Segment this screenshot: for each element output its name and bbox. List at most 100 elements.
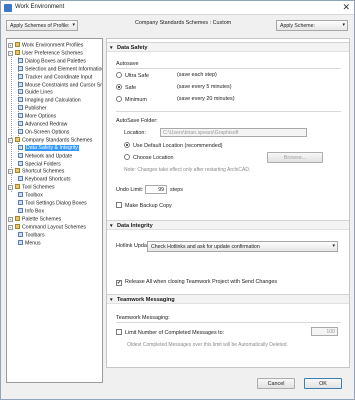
limit-messages-input[interactable]: 100 (311, 327, 338, 336)
page-icon (18, 73, 23, 79)
page-icon (18, 121, 23, 126)
tree-item[interactable]: Tracker and Coordinate Input (18, 73, 92, 81)
section-title: Data Integrity (117, 223, 153, 229)
page-icon (18, 89, 23, 95)
tree-item[interactable]: More Options (18, 113, 56, 120)
page-icon (18, 207, 23, 213)
expander-icon[interactable]: − (8, 224, 13, 230)
hotlink-update-dropdown[interactable]: Check Hotlinks and ask for update confir… (147, 241, 338, 252)
apply-scheme-dropdown[interactable]: Apply Scheme: ▾ (276, 20, 348, 31)
tree-item[interactable]: Tool Settings Dialog Boxes (18, 200, 87, 207)
tree-item[interactable]: On-Screen Options (18, 128, 69, 136)
release-all-checkbox[interactable]: ✔ Release All when closing Teamwork Proje… (116, 279, 277, 286)
section-title: Data Safety (117, 45, 148, 51)
ok-button[interactable]: OK (304, 378, 342, 389)
tree-item[interactable]: Network and Update (18, 152, 73, 160)
folder-icon (15, 42, 20, 47)
tree-item[interactable]: + Work Environment Profiles (8, 42, 83, 49)
tree-item-label: Network and Update (25, 153, 73, 159)
settings-panel: ▾ Data Safety Autosave Ultra Safe (save … (106, 38, 350, 368)
tree-item[interactable]: Keyboard Shortcuts (18, 176, 71, 183)
title-bar: Work Environment ✕ (1, 1, 354, 15)
tree-item[interactable]: − User Preference Schemes (8, 49, 83, 57)
tree-item[interactable]: Dialog Boxes and Palettes (18, 57, 86, 65)
radio-choose-location[interactable]: Choose Location (124, 154, 173, 161)
radio-icon (124, 154, 130, 160)
close-icon[interactable]: ✕ (342, 2, 350, 13)
tree-item[interactable]: Mouse Constraints and Cursor Snap (18, 81, 103, 89)
location-field: C:\Users\brian.spears\Graphisoft (160, 128, 307, 137)
tree-item-label: Special Folders (25, 160, 61, 167)
tree-item[interactable]: − Company Standards Schemes (8, 136, 92, 144)
undo-limit-input[interactable]: 99 (145, 185, 167, 194)
page-icon (18, 81, 23, 87)
radio-safe[interactable]: Safe (116, 84, 136, 91)
tree-item[interactable]: Data Safety & Integrity (18, 144, 79, 152)
tree-item[interactable]: Selection and Element Information (18, 65, 102, 73)
teamwork-messaging-header[interactable]: ▾ Teamwork Messaging (107, 294, 349, 304)
option-note: (save every 20 minutes) (177, 96, 235, 102)
tree-item-label: Toolbox (25, 192, 43, 199)
tree-item[interactable]: Imaging and Calculation (18, 97, 81, 104)
tree-item-label: Shortcut Schemes (22, 168, 65, 175)
radio-icon (116, 96, 122, 102)
apply-profile-dropdown[interactable]: Apply Schemes of Profile: ▾ (6, 20, 78, 31)
expander-icon[interactable]: − (8, 169, 13, 175)
tree-item-label: Data Safety & Integrity (25, 145, 79, 152)
radio-icon (124, 142, 130, 148)
browse-button[interactable]: Browse... (267, 152, 323, 163)
limit-messages-checkbox[interactable]: Limit Number of Completed Messages to: (116, 329, 224, 336)
tree-item[interactable]: Toolbox (18, 192, 43, 199)
folder-icon (15, 49, 20, 55)
cancel-button[interactable]: Cancel (257, 378, 295, 389)
tree-item-label: Palette Schemes (22, 216, 62, 223)
radio-ultra-safe[interactable]: Ultra Safe (116, 72, 149, 79)
radio-use-default-location[interactable]: Use Default Location (recommended) (124, 142, 223, 149)
tree-item-label: Work Environment Profiles (22, 42, 84, 49)
page-icon (18, 231, 23, 237)
autosave-folder-label: AutoSave Folder: (116, 118, 158, 124)
checkbox-icon (116, 202, 122, 208)
tree-item[interactable]: Publisher (18, 105, 47, 112)
restart-note: Note: Changes take effect only after res… (124, 167, 251, 173)
settings-tree[interactable]: + Work Environment Profiles − User Preferen… (6, 38, 103, 383)
expander-icon[interactable]: − (8, 137, 13, 143)
expander-icon[interactable]: + (8, 43, 13, 48)
expander-icon[interactable]: − (8, 50, 13, 56)
folder-icon (15, 184, 20, 190)
data-safety-header[interactable]: ▾ Data Safety (107, 42, 349, 52)
section-title: Teamwork Messaging (117, 297, 175, 303)
checkbox-label: Limit Number of Completed Messages to: (125, 330, 225, 336)
tree-item[interactable]: Special Folders (18, 160, 61, 168)
tree-item-label: Menus (25, 239, 41, 246)
tree-item[interactable]: Advanced Redraw (18, 121, 67, 128)
tree-item-label: User Preference Schemes (22, 50, 83, 57)
tree-item[interactable]: Guide Lines (18, 89, 53, 96)
page-icon (18, 57, 23, 63)
tree-item-label: Tool Settings Dialog Boxes (25, 200, 87, 207)
option-label: Minimum (125, 97, 147, 103)
tree-item[interactable]: − Command Layout Schemes (8, 223, 86, 231)
make-backup-checkbox[interactable]: Make Backup Copy (116, 202, 172, 209)
tree-item-label: Toolbars (25, 232, 45, 238)
tree-item[interactable]: Info Box (18, 207, 45, 215)
tree-item-label: Info Box (25, 208, 45, 215)
option-label: Safe (125, 85, 137, 91)
page-icon (18, 152, 23, 158)
option-note: (save each step) (177, 72, 217, 78)
tree-item[interactable]: − Tool Schemes (8, 184, 55, 191)
expander-icon[interactable]: + (8, 216, 13, 222)
option-label: Ultra Safe (125, 73, 149, 79)
collapse-icon: ▾ (110, 45, 113, 51)
radio-minimum[interactable]: Minimum (116, 96, 147, 103)
tree-item[interactable]: + Palette Schemes (8, 215, 62, 223)
tree-item[interactable]: Toolbars (18, 231, 45, 239)
page-icon (18, 105, 23, 111)
tree-item-label: Mouse Constraints and Cursor Snap (25, 81, 103, 88)
tree-item[interactable]: Menus (18, 239, 41, 247)
tree-item-label: Guide Lines (25, 89, 53, 96)
tree-item-label: Imaging and Calculation (25, 97, 81, 104)
expander-icon[interactable]: − (8, 185, 13, 191)
tree-item[interactable]: − Shortcut Schemes (8, 168, 64, 175)
data-integrity-header[interactable]: ▾ Data Integrity (107, 220, 349, 230)
